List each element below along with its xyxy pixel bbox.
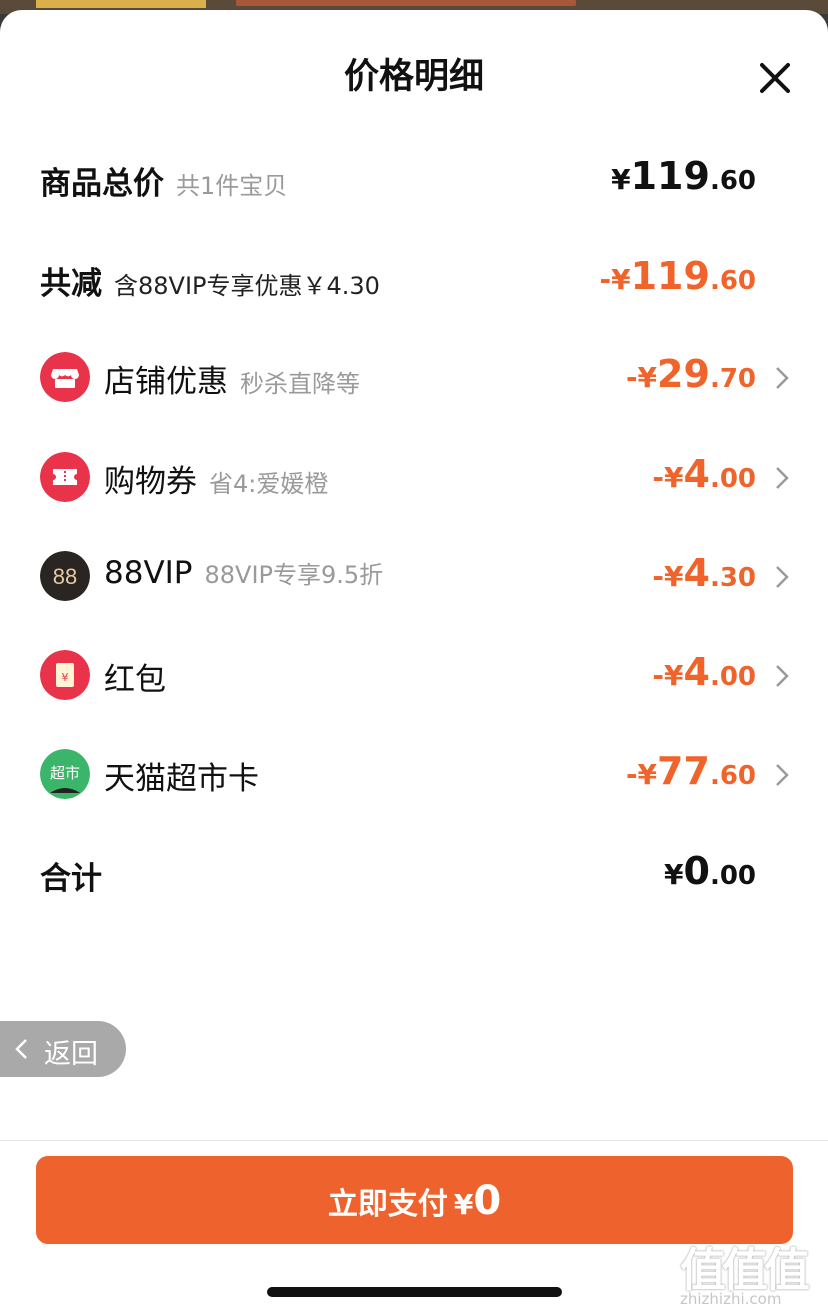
chevron-right-icon xyxy=(776,367,789,389)
red-packet-row[interactable]: ¥ 红包 -¥4.00 xyxy=(0,646,828,706)
back-button[interactable]: 返回 xyxy=(0,1021,126,1077)
back-label: 返回 xyxy=(44,1039,98,1070)
svg-text:88: 88 xyxy=(53,564,77,589)
coupon-row[interactable]: 购物券 省4:爱媛橙 -¥4.00 xyxy=(0,448,828,508)
close-icon[interactable] xyxy=(752,55,798,101)
coupon-note: 省4:爱媛橙 xyxy=(209,470,329,498)
background-banner xyxy=(36,0,206,8)
total-price-amount: ¥119.60 xyxy=(611,154,756,198)
sum-amount: ¥0.00 xyxy=(664,849,756,893)
vip-note: 88VIP专享9.5折 xyxy=(204,561,384,589)
pay-currency: ¥ xyxy=(453,1188,474,1221)
red-packet-amount: -¥4.00 xyxy=(652,650,756,694)
footer-divider xyxy=(0,1140,828,1141)
total-price-label: 商品总价 共1件宝贝 xyxy=(40,166,288,202)
tmall-card-label: 天猫超市卡 xyxy=(104,761,259,797)
chevron-right-icon xyxy=(776,665,789,687)
vip-discount-note: 含88VIP专享优惠￥4.30 xyxy=(114,272,380,300)
store-discount-amount: -¥29.70 xyxy=(625,352,756,396)
total-reduction-label: 共减 含88VIP专享优惠￥4.30 xyxy=(40,266,380,302)
coupon-amount: -¥4.00 xyxy=(652,452,756,496)
vip-label: 88VIP 88VIP专享9.5折 xyxy=(104,555,384,591)
total-reduction-row: 共减 含88VIP专享优惠￥4.30 -¥119.60 xyxy=(0,250,828,310)
background-price-text xyxy=(236,0,576,6)
ticket-icon xyxy=(40,452,90,502)
chevron-right-icon xyxy=(776,566,789,588)
pay-now-button[interactable]: 立即支付 ¥0 xyxy=(36,1156,793,1244)
pay-amount: 0 xyxy=(473,1178,502,1224)
tmall-supermarket-icon: 超市 xyxy=(40,749,90,799)
vip-amount: -¥4.30 xyxy=(652,551,756,595)
vip-row[interactable]: 88 88VIP 88VIP专享9.5折 -¥4.30 xyxy=(0,547,828,607)
home-indicator[interactable] xyxy=(267,1287,562,1297)
sum-label: 合计 xyxy=(40,861,102,897)
chevron-left-icon xyxy=(15,1039,27,1059)
tmall-card-amount: -¥77.60 xyxy=(625,749,756,793)
chevron-right-icon xyxy=(776,467,789,489)
total-reduction-amount: -¥119.60 xyxy=(599,254,757,298)
svg-text:¥: ¥ xyxy=(62,671,69,684)
watermark-url: zhizhizhi.com xyxy=(680,1290,782,1308)
pay-now-label: 立即支付 xyxy=(327,1187,448,1222)
red-packet-icon: ¥ xyxy=(40,650,90,700)
store-icon xyxy=(40,352,90,402)
chevron-right-icon xyxy=(776,764,789,786)
88vip-icon: 88 xyxy=(40,551,90,601)
svg-text:超市: 超市 xyxy=(50,764,80,782)
store-discount-row[interactable]: 店铺优惠 秒杀直降等 -¥29.70 xyxy=(0,348,828,408)
coupon-label: 购物券 省4:爱媛橙 xyxy=(104,464,329,500)
store-discount-label: 店铺优惠 秒杀直降等 xyxy=(104,364,360,400)
total-price-row: 商品总价 共1件宝贝 ¥119.60 xyxy=(0,150,828,210)
sheet-title: 价格明细 xyxy=(343,57,484,97)
item-count: 共1件宝贝 xyxy=(176,172,288,200)
sum-row: 合计 ¥0.00 xyxy=(0,845,828,905)
watermark: 值值值 zhizhizhi.com xyxy=(680,1234,820,1310)
red-packet-label: 红包 xyxy=(104,662,166,698)
price-detail-sheet: 价格明细 商品总价 共1件宝贝 ¥119.60 共减 含88VIP专享优惠￥4.30… xyxy=(0,10,828,1316)
store-discount-note: 秒杀直降等 xyxy=(240,370,360,398)
tmall-card-row[interactable]: 超市 天猫超市卡 -¥77.60 xyxy=(0,745,828,805)
